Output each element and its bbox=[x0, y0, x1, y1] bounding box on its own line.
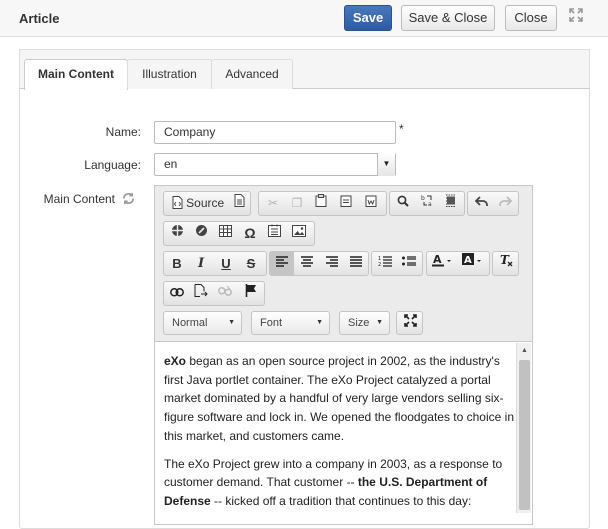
size-value: Size bbox=[348, 317, 370, 329]
cut-icon[interactable]: ✂ bbox=[262, 192, 284, 215]
flash-icon[interactable] bbox=[166, 222, 188, 245]
svg-text:A: A bbox=[464, 255, 472, 266]
dialog-header: Article Save Save & Close Close bbox=[0, 0, 608, 37]
toolbar-group-colors: A A bbox=[426, 251, 490, 276]
editor-content[interactable]: eXo began as an open source project in 2… bbox=[164, 352, 516, 520]
name-input[interactable]: Company bbox=[154, 121, 396, 144]
scrollbar-thumb[interactable] bbox=[519, 360, 530, 510]
iframe-icon[interactable] bbox=[263, 222, 285, 245]
undo-icon[interactable] bbox=[470, 192, 492, 215]
svg-text:A: A bbox=[433, 253, 442, 266]
required-marker: * bbox=[399, 122, 404, 136]
size-dropdown[interactable]: Size ▼ bbox=[339, 311, 390, 335]
toolbar-group-history bbox=[467, 191, 519, 216]
format-value: Normal bbox=[172, 317, 208, 329]
save-close-button[interactable]: Save & Close bbox=[401, 5, 495, 31]
chevron-down-icon: ▼ bbox=[316, 319, 323, 326]
align-right-icon[interactable] bbox=[320, 252, 344, 275]
underline-icon[interactable]: U bbox=[215, 252, 237, 275]
chevron-down-icon: ▼ bbox=[376, 319, 383, 326]
unlink-icon[interactable] bbox=[214, 282, 236, 305]
svg-text:a: a bbox=[428, 201, 432, 207]
editor-scrollbar[interactable]: ▲ bbox=[516, 343, 531, 513]
toolbar-group-find: ba bbox=[389, 191, 465, 216]
refresh-icon[interactable] bbox=[122, 192, 135, 208]
table-icon[interactable] bbox=[214, 222, 236, 245]
anchor-flag-icon[interactable] bbox=[240, 282, 262, 305]
justify-icon[interactable] bbox=[344, 252, 368, 275]
paste-icon[interactable] bbox=[310, 192, 332, 215]
strikethrough-icon[interactable]: S bbox=[240, 252, 262, 275]
chevron-down-icon[interactable]: ▼ bbox=[377, 153, 395, 176]
select-all-icon[interactable] bbox=[440, 192, 462, 215]
main-content-label: Main Content bbox=[43, 192, 115, 206]
toolbar-group-document: Source bbox=[163, 191, 251, 216]
toolbar-group-maximize bbox=[396, 311, 423, 335]
paragraph-text: began as an open source project in 2002,… bbox=[164, 354, 514, 443]
format-dropdown[interactable]: Normal ▼ bbox=[163, 311, 242, 335]
redo-icon[interactable] bbox=[494, 192, 516, 215]
maximize-icon[interactable] bbox=[567, 8, 585, 26]
image-icon[interactable] bbox=[288, 222, 310, 245]
dialog-title: Article bbox=[19, 11, 60, 26]
toolbar-group-basic-styles: B I U S bbox=[163, 251, 267, 276]
replace-icon[interactable]: ba bbox=[416, 192, 438, 215]
source-label: Source bbox=[186, 196, 225, 210]
toolbar-group-clear: T bbox=[492, 251, 519, 276]
tab-illustration[interactable]: Illustration bbox=[127, 59, 212, 89]
special-char-icon[interactable]: Ω bbox=[239, 222, 261, 245]
maximize-editor-icon[interactable] bbox=[399, 312, 421, 334]
bulleted-list-icon[interactable] bbox=[398, 252, 420, 275]
paste-text-icon[interactable] bbox=[335, 192, 357, 215]
font-dropdown[interactable]: Font ▼ bbox=[251, 311, 330, 335]
italic-icon[interactable]: I bbox=[190, 252, 212, 275]
name-label: Name: bbox=[105, 125, 141, 139]
chevron-down-icon: ▼ bbox=[228, 319, 235, 326]
toolbar-group-links bbox=[163, 281, 265, 306]
align-left-icon[interactable] bbox=[270, 252, 294, 275]
bold-icon[interactable]: B bbox=[166, 252, 188, 275]
remove-format-icon[interactable]: T bbox=[495, 252, 517, 275]
text-color-icon[interactable]: A bbox=[429, 252, 457, 275]
language-label: Language: bbox=[84, 158, 141, 172]
numbered-list-icon[interactable]: 12 bbox=[374, 252, 396, 275]
toolbar-group-align bbox=[269, 251, 369, 276]
smiley-icon[interactable] bbox=[190, 222, 212, 245]
svg-text:b: b bbox=[421, 195, 425, 202]
scroll-up-icon[interactable]: ▲ bbox=[517, 343, 532, 358]
save-button[interactable]: Save bbox=[344, 5, 392, 31]
find-icon[interactable] bbox=[392, 192, 414, 215]
svg-text:2: 2 bbox=[378, 262, 381, 267]
edit-link-icon[interactable] bbox=[190, 282, 212, 305]
tab-main-content[interactable]: Main Content bbox=[24, 59, 128, 90]
align-center-icon[interactable] bbox=[295, 252, 319, 275]
font-value: Font bbox=[260, 317, 283, 329]
bold-text: eXo bbox=[164, 354, 187, 368]
paragraph: eXo began as an open source project in 2… bbox=[164, 352, 516, 446]
paste-word-icon[interactable] bbox=[360, 192, 382, 215]
tab-advanced[interactable]: Advanced bbox=[211, 59, 293, 89]
preview-icon[interactable] bbox=[230, 192, 248, 215]
toolbar-group-insert: Ω bbox=[163, 221, 315, 246]
paragraph: The eXo Project grew into a company in 2… bbox=[164, 455, 516, 511]
background-color-icon[interactable]: A bbox=[459, 252, 487, 275]
language-select[interactable]: en bbox=[154, 153, 396, 176]
close-button[interactable]: Close bbox=[505, 5, 557, 31]
toolbar-group-clipboard: ✂ ❐ bbox=[258, 191, 387, 216]
paragraph-text: -- kicked off a tradition that continues… bbox=[210, 493, 472, 508]
toolbar-group-lists: 12 bbox=[371, 251, 423, 276]
copy-icon[interactable]: ❐ bbox=[286, 192, 308, 215]
link-icon[interactable] bbox=[166, 282, 188, 305]
source-button[interactable]: Source bbox=[168, 192, 228, 215]
